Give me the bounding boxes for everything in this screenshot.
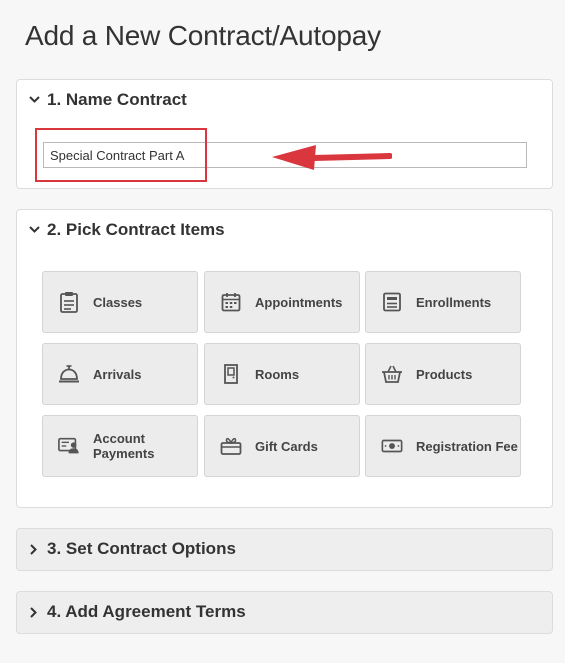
name-contract-title: 1. Name Contract <box>47 90 187 109</box>
tile-account-payments[interactable]: Account Payments <box>42 415 198 477</box>
tile-products[interactable]: Products <box>365 343 521 405</box>
tile-enrollments[interactable]: Enrollments <box>365 271 521 333</box>
tile-label: Classes <box>93 294 143 310</box>
tile-gift-cards[interactable]: Gift Cards <box>204 415 360 477</box>
chevron-right-icon <box>27 541 43 557</box>
clipboard-icon <box>58 291 80 313</box>
tile-label: Rooms <box>255 366 300 382</box>
tile-registration-fee[interactable]: Registration Fee <box>365 415 521 477</box>
contract-options-header[interactable]: 3. Set Contract Options <box>27 539 236 559</box>
set-contract-options-panel[interactable]: 3. Set Contract Options <box>16 528 553 571</box>
tile-label: Registration Fee <box>416 438 518 454</box>
name-contract-header[interactable]: 1. Name Contract <box>27 90 187 110</box>
tile-label: Arrivals <box>93 366 142 382</box>
agreement-terms-title: 4. Add Agreement Terms <box>47 602 246 621</box>
door-icon <box>220 363 242 385</box>
agreement-terms-header[interactable]: 4. Add Agreement Terms <box>27 602 246 622</box>
account-card-icon <box>58 435 80 457</box>
tile-classes[interactable]: Classes <box>42 271 198 333</box>
contract-name-input[interactable] <box>43 142 527 168</box>
chevron-right-icon <box>27 604 43 620</box>
contract-options-title: 3. Set Contract Options <box>47 539 236 558</box>
page-title: Add a New Contract/Autopay <box>25 20 381 51</box>
basket-icon <box>381 363 403 385</box>
chevron-down-icon <box>27 92 43 108</box>
pick-contract-items-panel: 2. Pick Contract Items Classes Appointme… <box>16 209 553 508</box>
service-bell-icon <box>58 363 80 385</box>
calendar-icon <box>220 291 242 313</box>
chevron-down-icon <box>27 222 43 238</box>
tile-label: Appointments <box>255 294 343 310</box>
tile-appointments[interactable]: Appointments <box>204 271 360 333</box>
cash-icon <box>381 435 403 457</box>
enrollment-list-icon <box>381 291 403 313</box>
pick-items-title: 2. Pick Contract Items <box>47 220 225 239</box>
tile-label: Enrollments <box>416 294 492 310</box>
tile-arrivals[interactable]: Arrivals <box>42 343 198 405</box>
tile-rooms[interactable]: Rooms <box>204 343 360 405</box>
tile-label: Gift Cards <box>255 438 318 454</box>
tile-label: Products <box>416 366 473 382</box>
tile-label: Account Payments <box>93 431 155 461</box>
pick-items-header[interactable]: 2. Pick Contract Items <box>27 220 225 240</box>
add-agreement-terms-panel[interactable]: 4. Add Agreement Terms <box>16 591 553 634</box>
gift-card-icon <box>220 435 242 457</box>
name-contract-panel: 1. Name Contract <box>16 79 553 189</box>
